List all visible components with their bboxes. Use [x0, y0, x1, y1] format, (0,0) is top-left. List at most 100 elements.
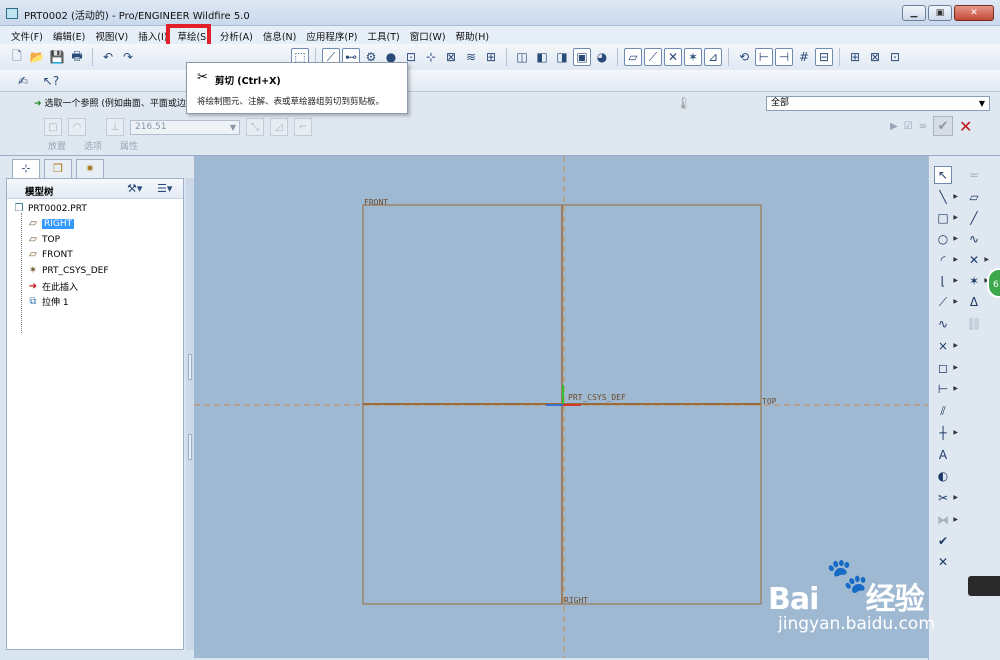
close-button[interactable]: ✕ — [954, 5, 994, 21]
tree-item-extrude[interactable]: ⧉ 拉伸 1 — [27, 295, 68, 308]
hidden-line-icon[interactable]: ◧ — [533, 48, 551, 66]
sketch-tool-icon[interactable]: ⊹ — [422, 48, 440, 66]
menu-file[interactable]: 文件(F) — [6, 26, 48, 44]
text-icon[interactable]: A — [934, 446, 952, 464]
minimize-button[interactable]: ▁ — [902, 5, 926, 21]
spline-icon[interactable]: ∿ — [965, 230, 983, 248]
open-file-icon[interactable]: 📂 — [28, 48, 46, 66]
sketch-orient-icon[interactable]: ⊠ — [442, 48, 460, 66]
new-file-icon[interactable]: 🗋 — [8, 48, 26, 66]
chamfer-icon[interactable]: ⟋ ▶ — [934, 293, 958, 311]
remove-material-icon[interactable]: ◿ — [270, 118, 288, 136]
selection-filter-dropdown[interactable]: 全部 ▼ — [766, 96, 990, 111]
depth-option-icon[interactable]: ⊥ — [106, 118, 124, 136]
coordinate-system-icon[interactable]: ✶▶ — [965, 272, 989, 290]
tab-placement[interactable]: 放置 — [48, 139, 66, 152]
appearance-icon[interactable]: ◕ — [593, 48, 611, 66]
confirm-button[interactable]: ✔ — [933, 116, 954, 136]
rectangle-icon[interactable]: □ ▶ — [934, 209, 958, 227]
sketch-mode-icon[interactable]: ✍ — [14, 72, 32, 90]
tab-properties[interactable]: 属性 — [120, 139, 138, 152]
surface-option-icon[interactable]: ◠ — [68, 118, 86, 136]
tree-item-label: FRONT — [42, 249, 73, 260]
line-icon[interactable]: ╲ ▶ — [934, 188, 958, 206]
panel-splitter[interactable] — [186, 178, 194, 650]
sketch-plane-icon[interactable]: ⊟ — [815, 48, 833, 66]
spline-curve-icon[interactable]: ∿ — [934, 315, 952, 333]
undo-icon[interactable]: ↶ — [99, 48, 117, 66]
verify-checkbox-icon[interactable]: ☑ — [904, 121, 913, 132]
done-check-icon[interactable]: ✔ — [934, 532, 952, 550]
select-filter-icon[interactable]: ⊞ — [846, 48, 864, 66]
menu-view[interactable]: 视图(V) — [90, 26, 133, 44]
preview-glasses-icon[interactable]: ∞ — [919, 121, 927, 132]
point-icon[interactable]: ✕ ▶ — [965, 251, 989, 269]
fillet-icon[interactable]: ⌊ ▶ — [934, 272, 958, 290]
select-arrow-icon[interactable]: ↖ — [934, 166, 952, 184]
view-manager-icon[interactable]: ⊞ — [482, 48, 500, 66]
layers-icon[interactable]: ≋ — [462, 48, 480, 66]
menu-info[interactable]: 信息(N) — [258, 26, 302, 44]
trim-icon[interactable]: ✂ ▶ — [934, 489, 958, 507]
depth-value-input[interactable]: 216.51 ▼ — [130, 119, 240, 135]
tree-item-csys[interactable]: ✶ PRT_CSYS_DEF — [27, 265, 109, 276]
select-all-icon[interactable]: ⊠ — [866, 48, 884, 66]
splitter-grip-icon[interactable] — [188, 354, 192, 380]
datum-plane-display-icon[interactable]: ▱ — [624, 48, 642, 66]
menu-applications[interactable]: 应用程序(P) — [301, 26, 362, 44]
tree-item-right[interactable]: ▱ RIGHT — [27, 218, 75, 229]
tree-item-part[interactable]: ❒ PRT0002.PRT — [13, 203, 87, 214]
normal-dimension-icon[interactable]: ⊢ ▶ — [934, 380, 958, 398]
tab-options[interactable]: 选项 — [84, 139, 102, 152]
tree-settings-icon[interactable]: ⚒▾ — [127, 182, 142, 195]
menu-tools[interactable]: 工具(T) — [363, 26, 405, 44]
splitter-grip-icon[interactable] — [188, 434, 192, 460]
menu-window[interactable]: 窗口(W) — [405, 26, 451, 44]
modify-icon[interactable]: ⫽ — [934, 402, 952, 420]
circle-icon[interactable]: ○ ▶ — [934, 230, 958, 248]
grid-icon[interactable]: # — [795, 48, 813, 66]
flip-direction-icon[interactable]: ⤡ — [246, 118, 264, 136]
constraint-icon[interactable]: ┼ ▶ — [934, 424, 958, 442]
maximize-button[interactable]: ▣ — [928, 5, 952, 21]
solid-option-icon[interactable]: □ — [44, 118, 62, 136]
sketch-axis-icon[interactable]: ⊣ — [775, 48, 793, 66]
no-hidden-icon[interactable]: ◨ — [553, 48, 571, 66]
thicken-icon[interactable]: ⌐ — [294, 118, 312, 136]
parallelogram-icon[interactable]: ▱ — [965, 188, 983, 206]
text-dimension-icon[interactable]: ᐃ — [965, 293, 983, 311]
datum-point-display-icon[interactable]: ✕ — [664, 48, 682, 66]
datum-plane-icon: ▱ — [29, 218, 37, 229]
shading-icon[interactable]: ▣ — [573, 48, 591, 66]
regenerate-icon[interactable]: ⟲ — [735, 48, 753, 66]
palette-icon[interactable]: ◐ — [934, 467, 952, 485]
cancel-button[interactable]: ✕ — [959, 117, 972, 136]
print-icon[interactable]: 🖶 — [68, 48, 86, 66]
redo-icon[interactable]: ↷ — [119, 48, 137, 66]
arc-icon[interactable]: ◜ ▶ — [934, 251, 958, 269]
csys-display-icon[interactable]: ✶ — [684, 48, 702, 66]
play-icon[interactable]: ▶ — [890, 121, 898, 132]
tree-item-front[interactable]: ▱ FRONT — [27, 249, 73, 260]
menu-help[interactable]: 帮助(H) — [451, 26, 495, 44]
select-more-icon[interactable]: ⊡ — [886, 48, 904, 66]
wireframe-icon[interactable]: ◫ — [513, 48, 531, 66]
save-icon[interactable]: 💾 — [48, 48, 66, 66]
dimension-icon[interactable]: ⊢ — [755, 48, 773, 66]
sketch-point-icon[interactable]: × ▶ — [934, 337, 958, 355]
menu-edit[interactable]: 编辑(E) — [48, 26, 90, 44]
offset-icon[interactable]: ◻ ▶ — [934, 359, 958, 377]
annotation-display-icon[interactable]: ⊿ — [704, 48, 722, 66]
tooltip-description: 将绘制图元、注解、表或草绘器组剪切到剪贴板。 — [197, 97, 385, 107]
whats-this-help-icon[interactable]: ↖? — [42, 72, 60, 90]
tab-folder-browser[interactable]: ❐ — [44, 159, 72, 178]
construction-line-icon[interactable]: ╱ — [965, 209, 983, 227]
window-title: PRT0002 (活动的) - Pro/ENGINEER Wildfire 5.… — [24, 11, 250, 22]
menu-analysis[interactable]: 分析(A) — [215, 26, 258, 44]
tab-favorites[interactable]: ✷ — [76, 159, 104, 178]
tree-show-icon[interactable]: ☰▾ — [157, 182, 172, 195]
tree-item-insert-here[interactable]: ➜ 在此插入 — [27, 280, 78, 293]
datum-axis-display-icon[interactable]: ⟋ — [644, 48, 662, 66]
tree-item-top[interactable]: ▱ TOP — [27, 234, 60, 245]
tab-model-tree[interactable]: ⊹ — [12, 159, 40, 178]
